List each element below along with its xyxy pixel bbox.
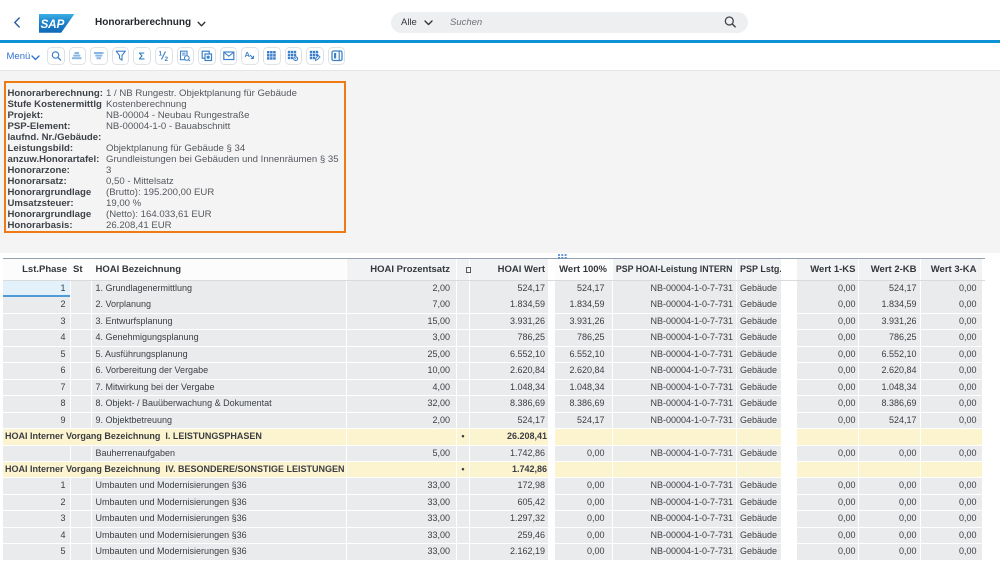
svg-text:Σ: Σ xyxy=(139,50,145,62)
svg-text:A: A xyxy=(245,50,251,59)
svg-text:1: 1 xyxy=(158,50,162,57)
svg-text:2: 2 xyxy=(164,56,168,62)
svg-text:SAP: SAP xyxy=(40,16,64,30)
